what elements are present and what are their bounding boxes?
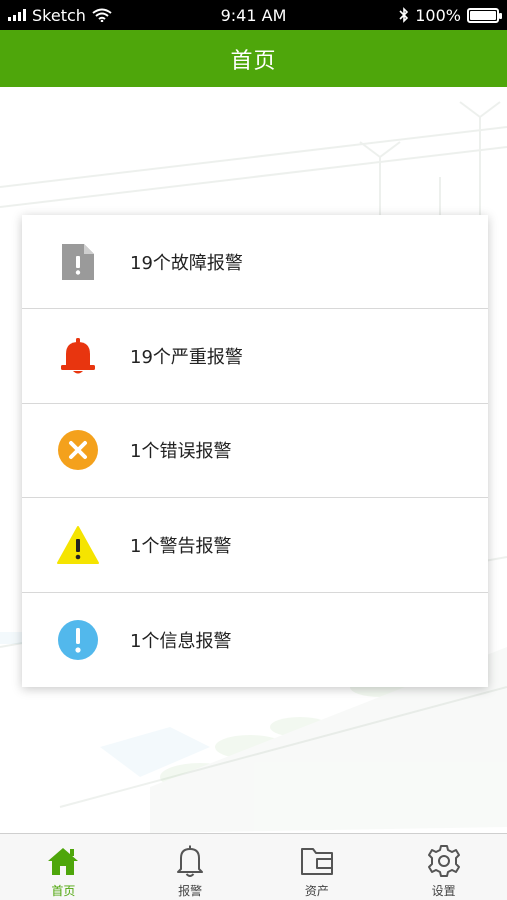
status-right: 100% xyxy=(399,5,502,25)
alarm-row-warning[interactable]: 1个警告报警 xyxy=(22,498,488,593)
tab-settings[interactable]: 设置 xyxy=(380,834,507,900)
tab-label: 报警 xyxy=(178,884,203,898)
bell-icon xyxy=(56,334,100,378)
alarm-label: 1个警告报警 xyxy=(130,535,232,557)
tab-home[interactable]: 首页 xyxy=(0,834,127,900)
battery-icon xyxy=(467,7,502,23)
alarm-row-info[interactable]: 1个信息报警 xyxy=(22,593,488,687)
app-header: 首页 xyxy=(0,30,507,87)
info-icon xyxy=(56,618,100,662)
fault-document-icon xyxy=(56,240,100,284)
status-bar: Sketch 9:41 AM 100% xyxy=(0,0,507,30)
tab-label: 资产 xyxy=(304,884,329,898)
bottom-tab-bar: 首页 报警 资产 设置 xyxy=(0,833,507,900)
alarm-row-fault[interactable]: 19个故障报警 xyxy=(22,215,488,310)
tab-label: 首页 xyxy=(51,884,76,898)
alarm-label: 1个错误报警 xyxy=(130,441,232,463)
alarm-summary-card: 19个故障报警 19个严重报警 1个错误报警 1个警告报警 1个信息报警 xyxy=(22,215,488,687)
bluetooth-icon xyxy=(399,7,409,23)
signal-icon xyxy=(8,9,26,21)
page-title: 首页 xyxy=(230,48,277,74)
alarm-label: 1个信息报警 xyxy=(130,630,232,652)
battery-percent: 100% xyxy=(415,5,461,25)
alarm-row-critical[interactable]: 19个严重报警 xyxy=(22,309,488,404)
folder-icon xyxy=(300,844,334,878)
tab-assets[interactable]: 资产 xyxy=(254,834,381,900)
error-x-icon xyxy=(56,428,100,472)
alarm-label: 19个严重报警 xyxy=(130,347,243,369)
bell-outline-icon xyxy=(173,844,207,878)
alarm-row-error[interactable]: 1个错误报警 xyxy=(22,404,488,499)
gear-icon xyxy=(427,844,461,878)
wifi-icon xyxy=(92,8,112,22)
alarm-label: 19个故障报警 xyxy=(130,252,243,274)
tab-alarms[interactable]: 报警 xyxy=(127,834,254,900)
tab-label: 设置 xyxy=(431,884,456,898)
warning-triangle-icon xyxy=(56,523,100,567)
carrier-name: Sketch xyxy=(32,5,86,25)
home-icon xyxy=(46,844,80,878)
status-left: Sketch xyxy=(8,6,112,25)
